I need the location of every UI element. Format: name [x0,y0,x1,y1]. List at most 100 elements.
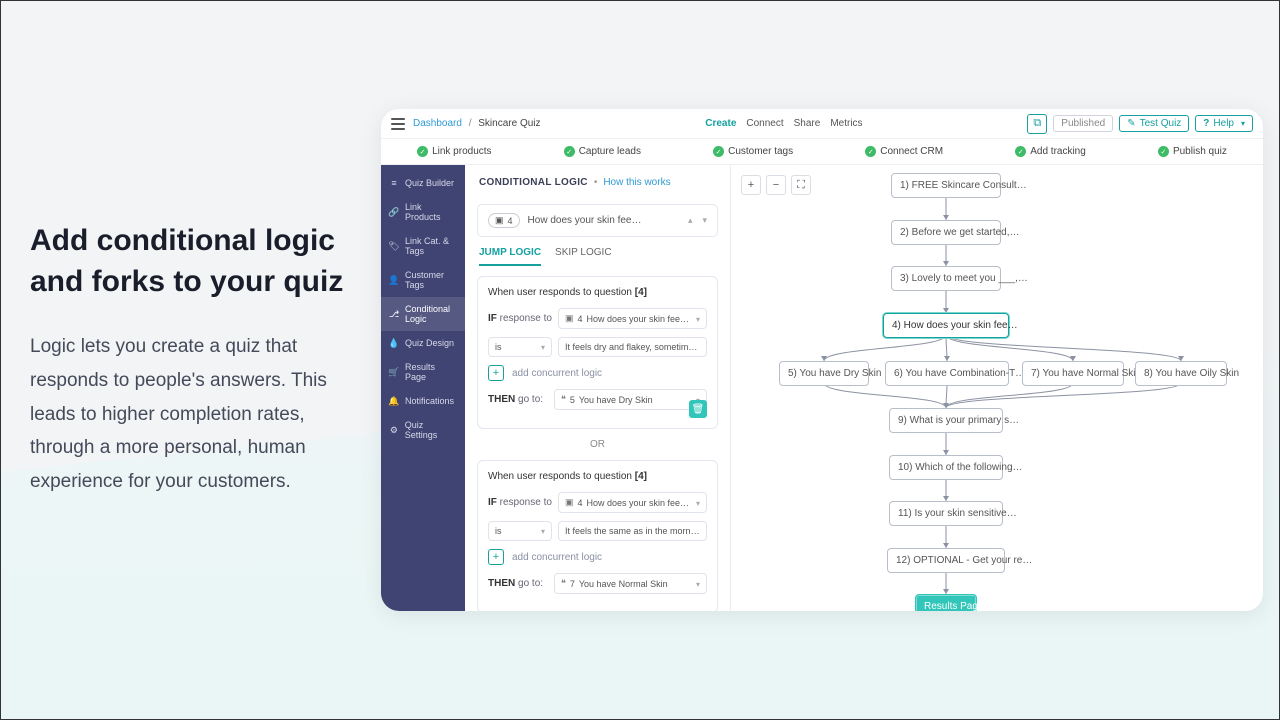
copy-icon-button[interactable]: ⧉ [1027,114,1047,134]
sidebar-item-label: Notifications [405,396,454,406]
sidebar-icon: 🛒 [389,367,399,377]
sidebar-icon: ⎇ [389,309,399,319]
tab-create[interactable]: Create [705,118,736,129]
sidebar-item-link-products[interactable]: 🔗 Link Products [381,195,465,229]
question-badge: 4 [488,213,520,228]
flow-node[interactable]: 10) Which of the following… [889,455,1003,480]
quote-icon [561,578,566,589]
picture-icon [495,215,504,226]
collapse-up-icon[interactable]: ▴ [688,215,693,226]
flow-node[interactable]: 7) You have Normal Skin [1022,361,1124,386]
tab-metrics[interactable]: Metrics [830,118,862,129]
flow-node[interactable]: 9) What is your primary s… [889,408,1003,433]
flow-node[interactable]: 8) You have Oily Skin [1135,361,1227,386]
editor-header: CONDITIONAL LOGIC • How this works [465,165,730,196]
then-label: THEN go to: [488,394,548,405]
marketing-body: Logic lets you create a quiz that respon… [30,330,370,499]
help-button[interactable]: Help [1195,115,1253,132]
expand-down-icon[interactable]: ▾ [702,215,707,226]
breadcrumb-current: Skincare Quiz [478,118,540,129]
tab-connect[interactable]: Connect [746,118,783,129]
add-concurrent-button[interactable]: + [488,549,504,565]
add-concurrent-label: add concurrent logic [512,368,602,379]
picture-icon [565,497,574,508]
delete-rule-button[interactable]: 🗑 [689,400,707,418]
then-label: THEN go to: [488,578,548,589]
sidebar-icon: 🔗 [389,207,399,217]
check-icon [1158,146,1169,157]
answer-value[interactable]: It feels the same as in the morning, gr… [558,521,707,541]
app-window: Dashboard / Skincare Quiz CreateConnectS… [381,109,1263,611]
answer-value[interactable]: It feels dry and flakey, sometimes irrit… [558,337,707,357]
rule-heading: When user responds to question [4] [488,287,707,298]
sidebar-item-label: Link Cat. & Tags [405,236,457,256]
checklist-item[interactable]: Customer tags [713,146,793,157]
rule-card: When user responds to question [4] IF re… [477,276,718,429]
sidebar-item-customer-tags[interactable]: 👤 Customer Tags [381,263,465,297]
question-title: How does your skin fee… [528,215,678,226]
question-select[interactable]: 4How does your skin fee… [558,492,707,513]
sidebar-item-label: Link Products [405,202,457,222]
quote-icon [561,394,566,405]
how-this-works-link[interactable]: How this works [603,177,670,188]
flow-node[interactable]: 4) How does your skin fee… [883,313,1009,338]
main-tabs: Create Connect Share Metrics [705,118,862,129]
operator-select[interactable]: is [488,521,552,541]
operator-select[interactable]: is [488,337,552,357]
check-icon [564,146,575,157]
if-label: IF response to [488,313,552,324]
add-concurrent-button[interactable]: + [488,365,504,381]
sidebar-item-label: Quiz Design [405,338,454,348]
sidebar-icon: 🔔 [389,396,399,406]
sidebar-icon: 🏷 [389,241,399,251]
sidebar-item-quiz-design[interactable]: 💧Quiz Design [381,331,465,355]
checklist-item[interactable]: Add tracking [1015,146,1086,157]
checklist-item[interactable]: Capture leads [564,146,641,157]
or-separator: OR [465,439,730,450]
test-quiz-button[interactable]: Test Quiz [1119,115,1189,132]
flow-nodes: 1) FREE Skincare Consult… 2) Before we ge… [731,165,1263,611]
flow-node[interactable]: 2) Before we get started,… [891,220,1001,245]
sidebar-item-quiz-settings[interactable]: ⚙Quiz Settings [381,413,465,447]
sidebar: ≡Quiz Builder 🔗 Link Products 🏷 Link Cat. & … [381,165,465,611]
add-concurrent-label: add concurrent logic [512,552,602,563]
check-icon [1015,146,1026,157]
question-select[interactable]: 4How does your skin fee… [558,308,707,329]
setup-checklist: Link products Capture leads Customer tags C… [381,139,1263,165]
current-question-card[interactable]: 4 How does your skin fee… ▴ ▾ [477,204,718,237]
goto-select[interactable]: 5You have Dry Skin [554,389,707,410]
flow-node[interactable]: 5) You have Dry Skin [779,361,869,386]
sidebar-item-label: Quiz Settings [405,420,457,440]
sidebar-item-label: Customer Tags [405,270,457,290]
flow-node[interactable]: 11) Is your skin sensitive… [889,501,1003,526]
sidebar-item-link-cat-tags[interactable]: 🏷 Link Cat. & Tags [381,229,465,263]
tab-share[interactable]: Share [794,118,821,129]
sidebar-item-notifications[interactable]: 🔔 Notifications [381,389,465,413]
sidebar-item-conditional-logic[interactable]: ⎇Conditional Logic [381,297,465,331]
app-body: ≡Quiz Builder 🔗 Link Products 🏷 Link Cat. & … [381,165,1263,611]
marketing-heading: Add conditional logic and forks to your … [30,221,370,302]
flow-node[interactable]: 3) Lovely to meet you ___,… [891,266,1001,291]
menu-icon[interactable] [391,118,405,130]
logic-tabs: JUMP LOGIC SKIP LOGIC [465,237,730,266]
flow-node[interactable]: 1) FREE Skincare Consult… [891,173,1001,198]
breadcrumb-root[interactable]: Dashboard [413,118,462,129]
flow-node[interactable]: 12) OPTIONAL - Get your re… [887,548,1005,573]
check-icon [417,146,428,157]
flow-canvas[interactable]: + − ⛶ 1) FREE Skincare Consult…2) Before… [731,165,1263,611]
rule-card: When user responds to question [4] IF re… [477,460,718,611]
sidebar-icon: 👤 [389,275,399,285]
rule-heading: When user responds to question [4] [488,471,707,482]
flow-node[interactable]: 6) You have Combination-T… [885,361,1009,386]
logic-tab-jump-logic[interactable]: JUMP LOGIC [479,247,541,266]
published-pill[interactable]: Published [1053,115,1113,132]
flow-node[interactable]: Results Page 1 [915,594,977,611]
sidebar-item-quiz-builder[interactable]: ≡Quiz Builder [381,171,465,195]
app-header: Dashboard / Skincare Quiz CreateConnectS… [381,109,1263,139]
logic-tab-skip-logic[interactable]: SKIP LOGIC [555,247,612,266]
goto-select[interactable]: 7You have Normal Skin [554,573,707,594]
checklist-item[interactable]: Connect CRM [865,146,943,157]
checklist-item[interactable]: Publish quiz [1158,146,1227,157]
sidebar-item-results-page[interactable]: 🛒Results Page [381,355,465,389]
checklist-item[interactable]: Link products [417,146,491,157]
